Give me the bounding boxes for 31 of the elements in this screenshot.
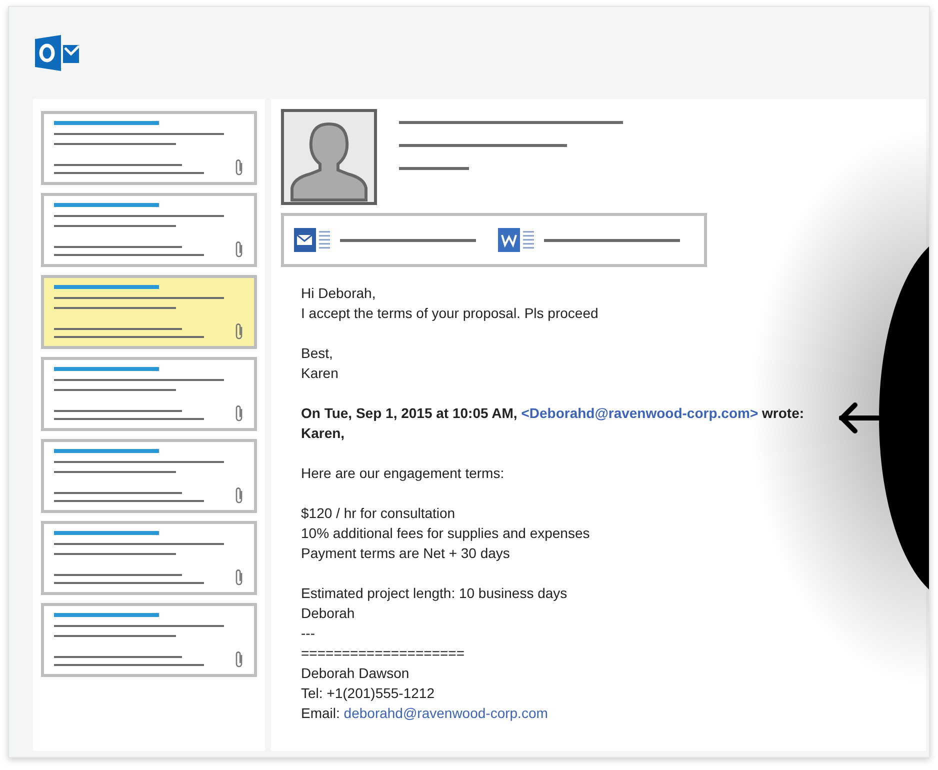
message-card[interactable] [41,357,257,431]
mail-document-icon[interactable] [294,226,332,254]
message-card[interactable] [41,521,257,595]
body-text: Deborah [301,604,355,623]
body-text: Karen [301,364,338,383]
body-text: Hi Deborah, [301,284,376,303]
avatar-silhouette-icon [281,109,377,205]
body-text: Tel: +1(201)555-1212 [301,684,434,703]
message-card[interactable] [41,439,257,513]
body-text: Payment terms are Net + 30 days [301,544,510,563]
body-text: Email: [301,705,340,721]
message-card[interactable] [41,603,257,677]
email-link[interactable]: deborahd@ravenwood-corp.com [344,705,548,721]
body-text: Best, [301,344,333,363]
body-text: Deborah Dawson [301,664,410,683]
email-link[interactable]: <Deborahd@ravenwood-corp.com> [521,405,758,421]
body-text: I accept the terms of your proposal. Pls proceed [301,304,598,323]
word-document-icon[interactable] [498,226,536,254]
message-card[interactable] [41,193,257,267]
body-text: On Tue, Sep 1, 2015 at 10:05 AM, [301,405,518,421]
body-text: Estimated project length: 10 business days [301,584,568,603]
body-text: $120 / hr for consultation [301,504,456,523]
message-card[interactable] [41,111,257,185]
body-text: --- [301,624,315,643]
body-text: Here are our engagement terms: [301,464,504,483]
message-card[interactable] [41,275,257,349]
body-text: Karen, [301,424,345,443]
body-text: ==================== [301,644,465,663]
body-text: 10% additional fees for supplies and expenses [301,524,590,543]
body-text: wrote: [762,405,804,421]
mail-app-logo-icon [35,35,81,71]
